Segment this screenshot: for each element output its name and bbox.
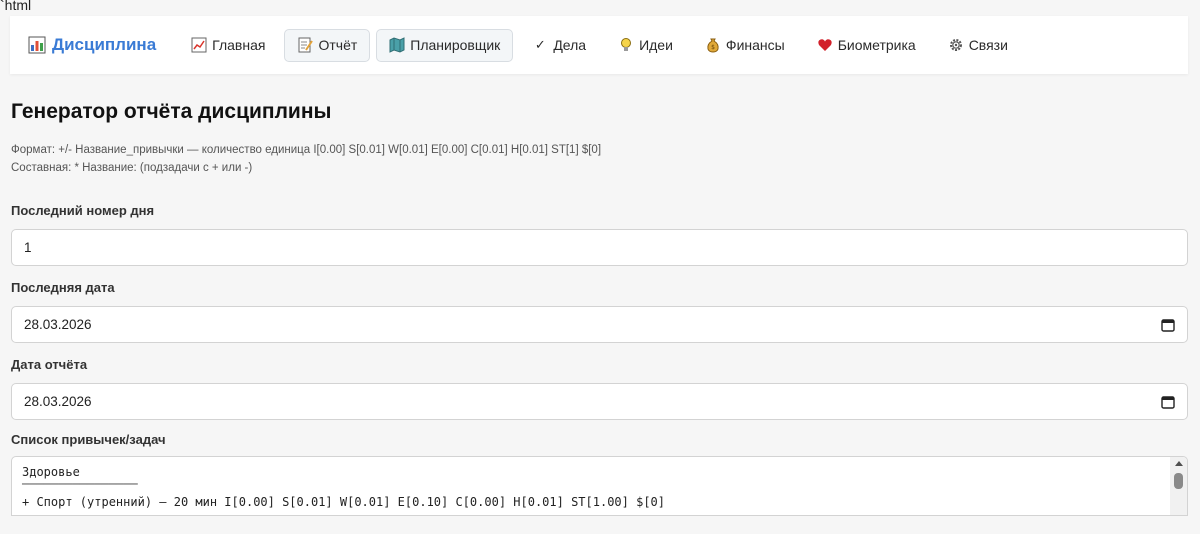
bar-chart-icon xyxy=(28,36,46,54)
heart-icon xyxy=(817,39,832,51)
textarea-separator: ──────────────── xyxy=(22,477,138,491)
page-title: Генератор отчёта дисциплины xyxy=(11,100,332,123)
report-date-value: 28.03.2026 xyxy=(24,394,92,409)
composite-hint: Составная: * Название: (подзадачи с + ил… xyxy=(11,162,253,174)
nav-item-biometrics[interactable]: Биометрика xyxy=(804,29,929,62)
nav-item-planner[interactable]: Планировщик xyxy=(376,28,514,62)
nav-item-ideas[interactable]: Идеи xyxy=(605,29,686,62)
svg-text:$: $ xyxy=(711,44,715,51)
scroll-up-arrow-icon[interactable] xyxy=(1175,461,1183,466)
memo-icon xyxy=(298,37,314,53)
last-day-label: Последний номер дня xyxy=(11,203,155,218)
check-icon: ✓ xyxy=(534,37,546,52)
map-icon xyxy=(389,37,405,53)
report-date-input[interactable]: 28.03.2026 xyxy=(11,383,1188,420)
stray-text: `html xyxy=(0,0,32,13)
top-navbar: Дисциплина Главная Отчёт Планировщик ✓ Д… xyxy=(10,16,1188,74)
money-bag-icon: $ xyxy=(707,38,719,53)
textarea-scrollbar[interactable] xyxy=(1170,457,1187,515)
nav-item-tasks[interactable]: ✓ Дела xyxy=(519,29,599,62)
last-day-input[interactable]: 1 xyxy=(11,229,1188,266)
nav-item-main[interactable]: Главная xyxy=(178,29,278,62)
last-day-value: 1 xyxy=(24,240,32,255)
nav-item-label: Связи xyxy=(968,37,1008,53)
nav-item-label: Отчёт xyxy=(318,37,358,53)
brand[interactable]: Дисциплина xyxy=(28,35,156,55)
nav-item-label: Идеи xyxy=(639,37,673,53)
nav-item-label: Дела xyxy=(553,37,587,53)
main-content: Генератор отчёта дисциплины Формат: +/- … xyxy=(11,100,1188,516)
calendar-icon[interactable] xyxy=(1161,395,1175,409)
nav-item-label: Планировщик xyxy=(410,37,501,53)
habits-textarea[interactable]: Здоровье ──────────────── + Спорт (утрен… xyxy=(11,456,1188,516)
nav-item-report[interactable]: Отчёт xyxy=(284,28,371,62)
nav-item-finance[interactable]: $ Финансы xyxy=(692,29,798,62)
nav-item-label: Биометрика xyxy=(837,37,916,53)
gear-icon xyxy=(949,39,962,51)
chart-up-icon xyxy=(191,37,207,53)
last-date-input[interactable]: 28.03.2026 xyxy=(11,306,1188,343)
brand-label: Дисциплина xyxy=(52,35,157,54)
textarea-line: Здоровье xyxy=(22,465,80,479)
report-date-label: Дата отчёта xyxy=(11,357,88,372)
last-date-value: 28.03.2026 xyxy=(24,317,92,332)
nav-item-links[interactable]: Связи xyxy=(935,29,1021,62)
nav-item-label: Финансы xyxy=(725,37,785,53)
lightbulb-icon xyxy=(621,38,632,51)
scroll-thumb[interactable] xyxy=(1174,473,1183,489)
format-hint: Формат: +/- Название_привычки — количест… xyxy=(11,144,602,156)
textarea-line: + Спорт (утренний) — 20 мин I[0.00] S[0.… xyxy=(22,495,665,509)
nav-item-label: Главная xyxy=(212,37,266,53)
habits-label: Список привычек/задач xyxy=(11,432,166,447)
calendar-icon[interactable] xyxy=(1161,318,1175,332)
last-date-label: Последняя дата xyxy=(11,280,115,295)
